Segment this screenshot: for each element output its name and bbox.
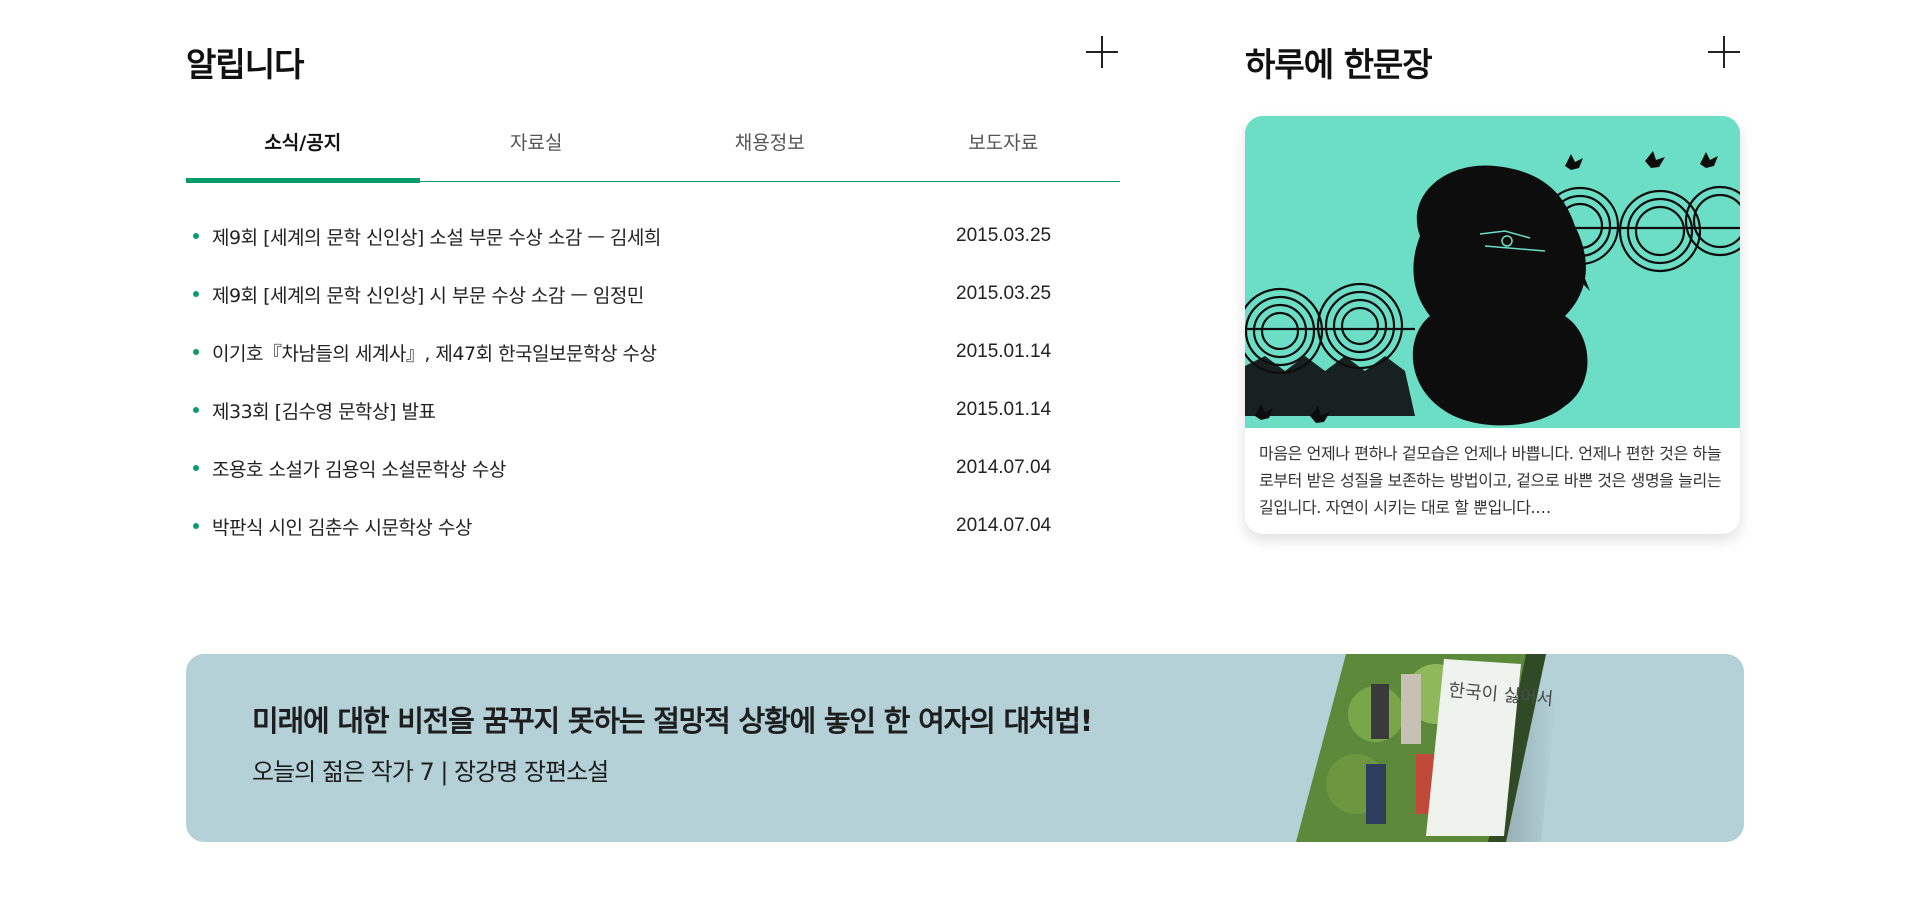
notice-list: 제9회 [세계의 문학 신인상] 소설 부문 수상 소감 ㅡ 김세희 2015.… — [186, 207, 1066, 555]
item-date: 2014.07.04 — [956, 457, 1052, 478]
dragon-illustration — [1245, 116, 1740, 428]
tab-recruit[interactable]: 채용정보 — [653, 118, 887, 181]
list-item[interactable]: 박판식 시인 김춘수 시문학상 수상 2014.07.04 — [186, 497, 1066, 555]
bullet-icon — [193, 465, 199, 471]
item-title[interactable]: 박판식 시인 김춘수 시문학상 수상 — [212, 513, 956, 540]
item-title[interactable]: 이기호『차남들의 세계사』, 제47회 한국일보문학상 수상 — [212, 339, 956, 366]
item-date: 2014.07.04 — [956, 515, 1052, 536]
book-promo-banner[interactable]: 미래에 대한 비전을 꿈꾸지 못하는 절망적 상황에 놓인 한 여자의 대처법!… — [186, 654, 1744, 842]
daily-more-button[interactable] — [1708, 36, 1740, 68]
list-item[interactable]: 제33회 [김수영 문학상] 발표 2015.01.14 — [186, 381, 1066, 439]
banner-subtitle: 오늘의 젊은 작가 7 | 장강명 장편소설 — [252, 758, 609, 786]
item-title[interactable]: 제9회 [세계의 문학 신인상] 시 부문 수상 소감 ㅡ 임정민 — [212, 281, 956, 308]
bullet-icon — [193, 349, 199, 355]
bullet-icon — [193, 523, 199, 529]
item-date: 2015.01.14 — [956, 341, 1052, 362]
banner-headline: 미래에 대한 비전을 꿈꾸지 못하는 절망적 상황에 놓인 한 여자의 대처법! — [252, 704, 1093, 738]
list-item[interactable]: 이기호『차남들의 세계사』, 제47회 한국일보문학상 수상 2015.01.1… — [186, 323, 1066, 381]
bullet-icon — [193, 407, 199, 413]
tab-news[interactable]: 소식/공지 — [186, 118, 420, 183]
notice-tabs: 소식/공지 자료실 채용정보 보도자료 — [186, 118, 1121, 183]
daily-title: 하루에 한문장 — [1245, 45, 1433, 84]
item-title[interactable]: 제33회 [김수영 문학상] 발표 — [212, 397, 956, 424]
tab-archive[interactable]: 자료실 — [420, 118, 654, 181]
notice-title: 알립니다 — [186, 45, 304, 84]
bullet-icon — [193, 291, 199, 297]
item-title[interactable]: 조용호 소설가 김용익 소설문학상 수상 — [212, 455, 956, 482]
notice-more-button[interactable] — [1086, 36, 1118, 68]
book-cover-image: 한국이 싫어서 — [1296, 654, 1556, 842]
item-date: 2015.01.14 — [956, 399, 1052, 420]
list-item[interactable]: 제9회 [세계의 문학 신인상] 소설 부문 수상 소감 ㅡ 김세희 2015.… — [186, 207, 1066, 265]
item-date: 2015.03.25 — [956, 225, 1052, 246]
list-item[interactable]: 제9회 [세계의 문학 신인상] 시 부문 수상 소감 ㅡ 임정민 2015.0… — [186, 265, 1066, 323]
item-date: 2015.03.25 — [956, 283, 1052, 304]
list-item[interactable]: 조용호 소설가 김용익 소설문학상 수상 2014.07.04 — [186, 439, 1066, 497]
item-title[interactable]: 제9회 [세계의 문학 신인상] 소설 부문 수상 소감 ㅡ 김세희 — [212, 223, 956, 250]
daily-sentence-text: 마음은 언제나 편하나 겉모습은 언제나 바쁩니다. 언제나 편한 것은 하늘로… — [1259, 444, 1722, 517]
tab-press[interactable]: 보도자료 — [887, 118, 1121, 181]
bullet-icon — [193, 233, 199, 239]
daily-sentence-card[interactable]: 마음은 언제나 편하나 겉모습은 언제나 바쁩니다. 언제나 편한 것은 하늘로… — [1245, 116, 1740, 534]
